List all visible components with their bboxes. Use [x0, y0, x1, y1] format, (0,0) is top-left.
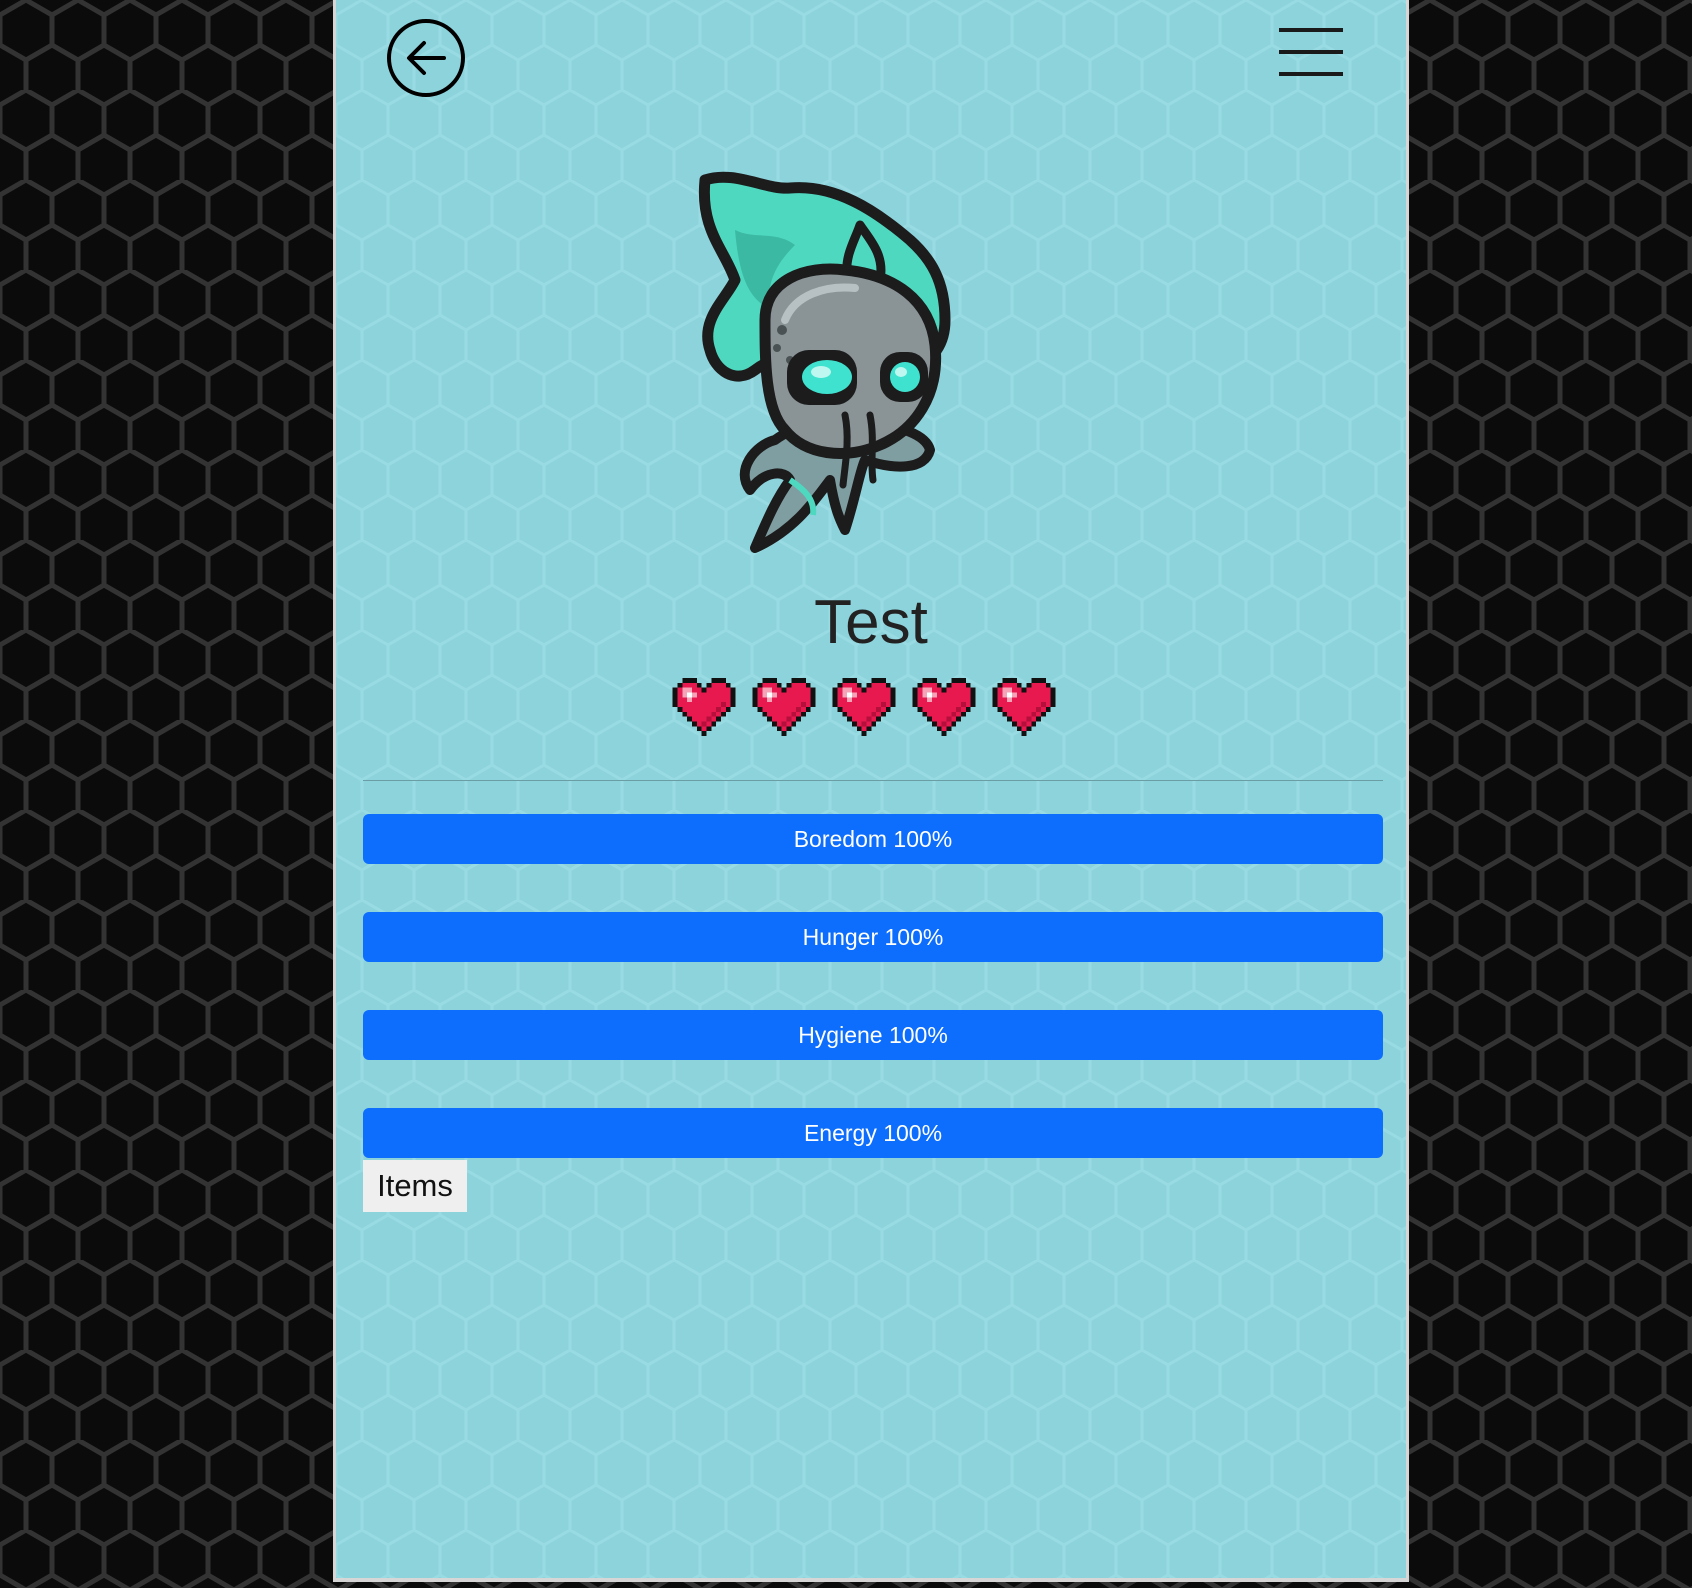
boredom-progress-bar: Boredom 100% [363, 814, 1383, 864]
heart-icon [752, 678, 816, 736]
items-button[interactable]: Items [363, 1160, 467, 1212]
ghost-pet-image [698, 171, 951, 553]
arrow-left-circle-icon [387, 19, 465, 97]
hunger-progress-fill: Hunger 100% [363, 912, 1383, 962]
energy-progress-fill: Energy 100% [363, 1108, 1383, 1158]
hygiene-progress-bar: Hygiene 100% [363, 1010, 1383, 1060]
pet-screen: Test Boredom 100% Hunger 100% Hygiene 10… [333, 0, 1409, 1582]
pet-name: Test [814, 588, 928, 657]
back-button[interactable] [386, 18, 466, 98]
divider [363, 780, 1383, 781]
heart-icon [832, 678, 896, 736]
heart-icon [992, 678, 1056, 736]
boredom-progress-fill: Boredom 100% [363, 814, 1383, 864]
energy-progress-bar: Energy 100% [363, 1108, 1383, 1158]
health-hearts [672, 678, 1072, 738]
heart-icon [672, 678, 736, 736]
hygiene-progress-fill: Hygiene 100% [363, 1010, 1383, 1060]
hunger-progress-bar: Hunger 100% [363, 912, 1383, 962]
heart-icon [912, 678, 976, 736]
hamburger-menu-icon [1279, 28, 1343, 76]
menu-button[interactable] [1277, 26, 1345, 78]
